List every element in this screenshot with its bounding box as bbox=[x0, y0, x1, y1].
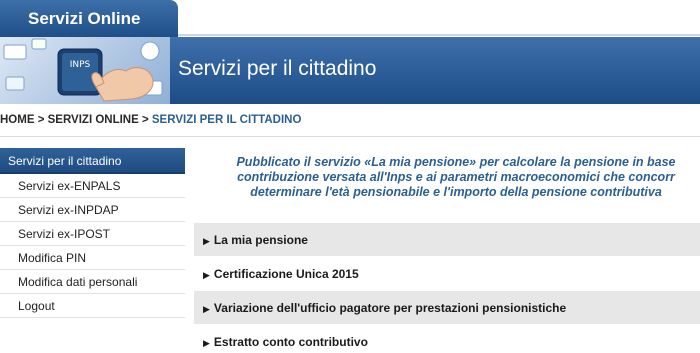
accordion-item-estratto-conto-contributivo[interactable]: ▶ Estratto conto contributivo bbox=[194, 325, 700, 353]
accordion-item-label: Estratto conto contributivo bbox=[213, 335, 368, 349]
tab-servizi-online[interactable]: Servizi Online bbox=[0, 0, 178, 37]
sidebar-item-modifica-dati-personali[interactable]: Modifica dati personali bbox=[0, 270, 185, 294]
hand-touch-illustration-icon: INPS bbox=[3, 38, 163, 102]
accordion-item-label: La mia pensione bbox=[213, 233, 308, 247]
breadcrumb-separator: > bbox=[138, 114, 152, 126]
triangle-right-icon: ▶ bbox=[203, 236, 210, 246]
svg-text:INPS: INPS bbox=[70, 60, 91, 70]
tab-servizi-online-label: Servizi Online bbox=[28, 9, 141, 28]
sidebar-item-servizi-per-il-cittadino[interactable]: Servizi per il cittadino bbox=[0, 148, 185, 174]
sidebar-item-servizi-ex-inpdap[interactable]: Servizi ex-INPDAP bbox=[0, 198, 185, 222]
triangle-right-icon: ▶ bbox=[203, 270, 210, 280]
breadcrumb-home[interactable]: HOME bbox=[0, 114, 35, 126]
accordion-item-label: Variazione dell'ufficio pagatore per pre… bbox=[213, 301, 567, 315]
banner-illustration: INPS bbox=[0, 37, 170, 104]
breadcrumb: HOME > SERVIZI ONLINE > SERVIZI PER IL C… bbox=[0, 114, 301, 126]
sidebar-item-modifica-pin[interactable]: Modifica PIN bbox=[0, 246, 185, 270]
sidebar-item-servizi-ex-enpals[interactable]: Servizi ex-ENPALS bbox=[0, 174, 185, 198]
breadcrumb-servizi-online[interactable]: SERVIZI ONLINE bbox=[48, 114, 139, 126]
header-divider bbox=[178, 34, 700, 36]
breadcrumb-divider bbox=[0, 136, 700, 137]
sidebar-item-logout[interactable]: Logout bbox=[0, 294, 185, 318]
accordion-item-label: Certificazione Unica 2015 bbox=[213, 267, 359, 281]
accordion-item-variazione-ufficio-pagatore[interactable]: ▶ Variazione dell'ufficio pagatore per pr… bbox=[194, 291, 700, 325]
triangle-right-icon: ▶ bbox=[203, 304, 210, 314]
announcement-line: determinare l'età pensionabile e l'impor… bbox=[250, 185, 662, 199]
announcement-line: Pubblicato il servizio «La mia pensione»… bbox=[236, 155, 676, 169]
announcement-text: Pubblicato il servizio «La mia pensione»… bbox=[196, 155, 700, 200]
breadcrumb-separator: > bbox=[34, 114, 48, 126]
sidebar-menu: Servizi per il cittadino Servizi ex-ENPA… bbox=[0, 148, 185, 318]
triangle-right-icon: ▶ bbox=[203, 338, 210, 348]
breadcrumb-current: SERVIZI PER IL CITTADINO bbox=[151, 114, 302, 126]
sidebar-item-servizi-ex-ipost[interactable]: Servizi ex-IPOST bbox=[0, 222, 185, 246]
page-banner: INPS Servizi per il cittadino bbox=[0, 37, 700, 104]
accordion-item-la-mia-pensione[interactable]: ▶ La mia pensione bbox=[194, 223, 700, 257]
accordion-item-certificazione-unica[interactable]: ▶ Certificazione Unica 2015 bbox=[194, 257, 700, 291]
page-title: Servizi per il cittadino bbox=[178, 57, 377, 80]
services-accordion: ▶ La mia pensione ▶ Certificazione Unica 2… bbox=[194, 223, 700, 353]
announcement-line: contribuzione versata all'Inps e ai para… bbox=[237, 170, 675, 184]
